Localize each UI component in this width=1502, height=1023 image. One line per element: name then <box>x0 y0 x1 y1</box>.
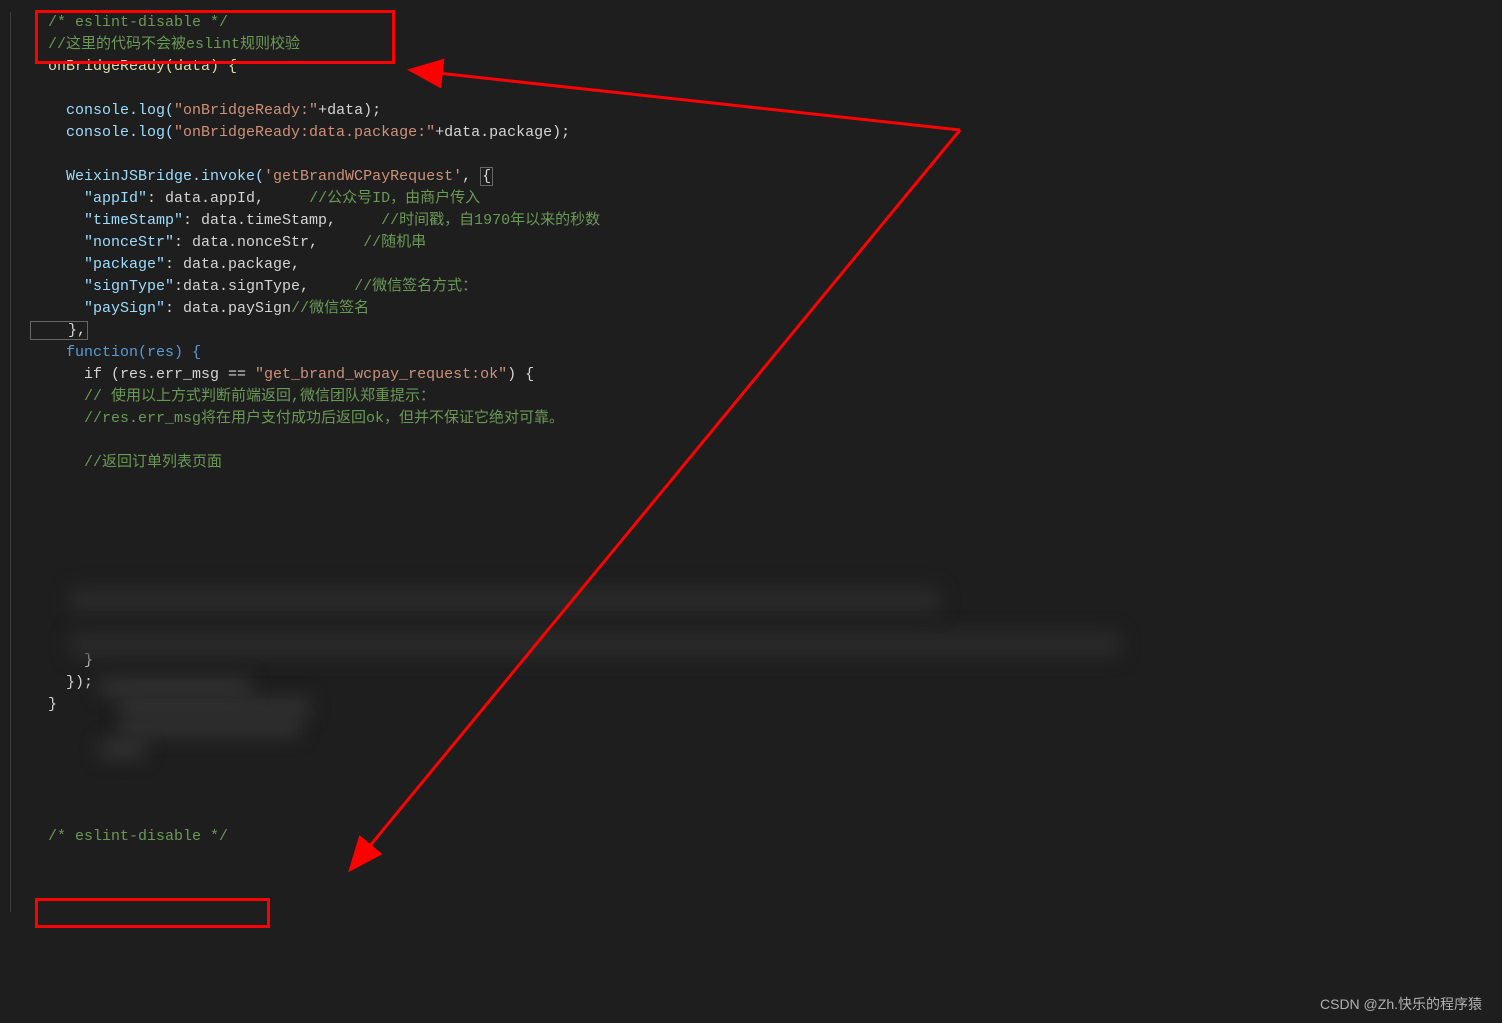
redacted-region <box>70 588 940 613</box>
watermark: CSDN @Zh.快乐的程序猿 <box>1320 993 1482 1015</box>
code-line: function(res) { <box>30 342 1502 364</box>
code-line: "nonceStr": data.nonceStr, //随机串 <box>30 232 1502 254</box>
code-line: // 使用以上方式判断前端返回,微信团队郑重提示： <box>30 386 1502 408</box>
code-line: console.log("onBridgeReady:data.package:… <box>30 122 1502 144</box>
code-line <box>30 562 1502 584</box>
code-line: //返回订单列表页面 <box>30 452 1502 474</box>
code-line: /* eslint-disable */ <box>30 826 1502 848</box>
redacted-region <box>100 678 250 696</box>
code-line: }, <box>30 320 1502 342</box>
code-line <box>30 540 1502 562</box>
code-line <box>30 78 1502 100</box>
code-line: }); <box>30 672 1502 694</box>
code-line: "package": data.package, <box>30 254 1502 276</box>
redacted-region <box>70 632 1120 657</box>
code-line <box>30 518 1502 540</box>
code-line: "appId": data.appId, //公众号ID，由商户传入 <box>30 188 1502 210</box>
annotation-box-bottom <box>35 898 270 928</box>
code-line: "timeStamp": data.timeStamp, //时间戳，自1970… <box>30 210 1502 232</box>
code-line: WeixinJSBridge.invoke('getBrandWCPayRequ… <box>30 166 1502 188</box>
redacted-region <box>120 718 300 736</box>
redacted-region <box>120 698 310 716</box>
code-line: console.log("onBridgeReady:"+data); <box>30 100 1502 122</box>
code-line: "signType":data.signType, //微信签名方式： <box>30 276 1502 298</box>
redacted-region <box>100 740 145 758</box>
annotation-box-top <box>35 10 395 64</box>
code-line <box>30 496 1502 518</box>
code-line: "paySign": data.paySign//微信签名 <box>30 298 1502 320</box>
code-line <box>30 474 1502 496</box>
code-line <box>30 430 1502 452</box>
code-line <box>30 144 1502 166</box>
code-line: //res.err_msg将在用户支付成功后返回ok，但并不保证它绝对可靠。 <box>30 408 1502 430</box>
code-line: if (res.err_msg == "get_brand_wcpay_requ… <box>30 364 1502 386</box>
